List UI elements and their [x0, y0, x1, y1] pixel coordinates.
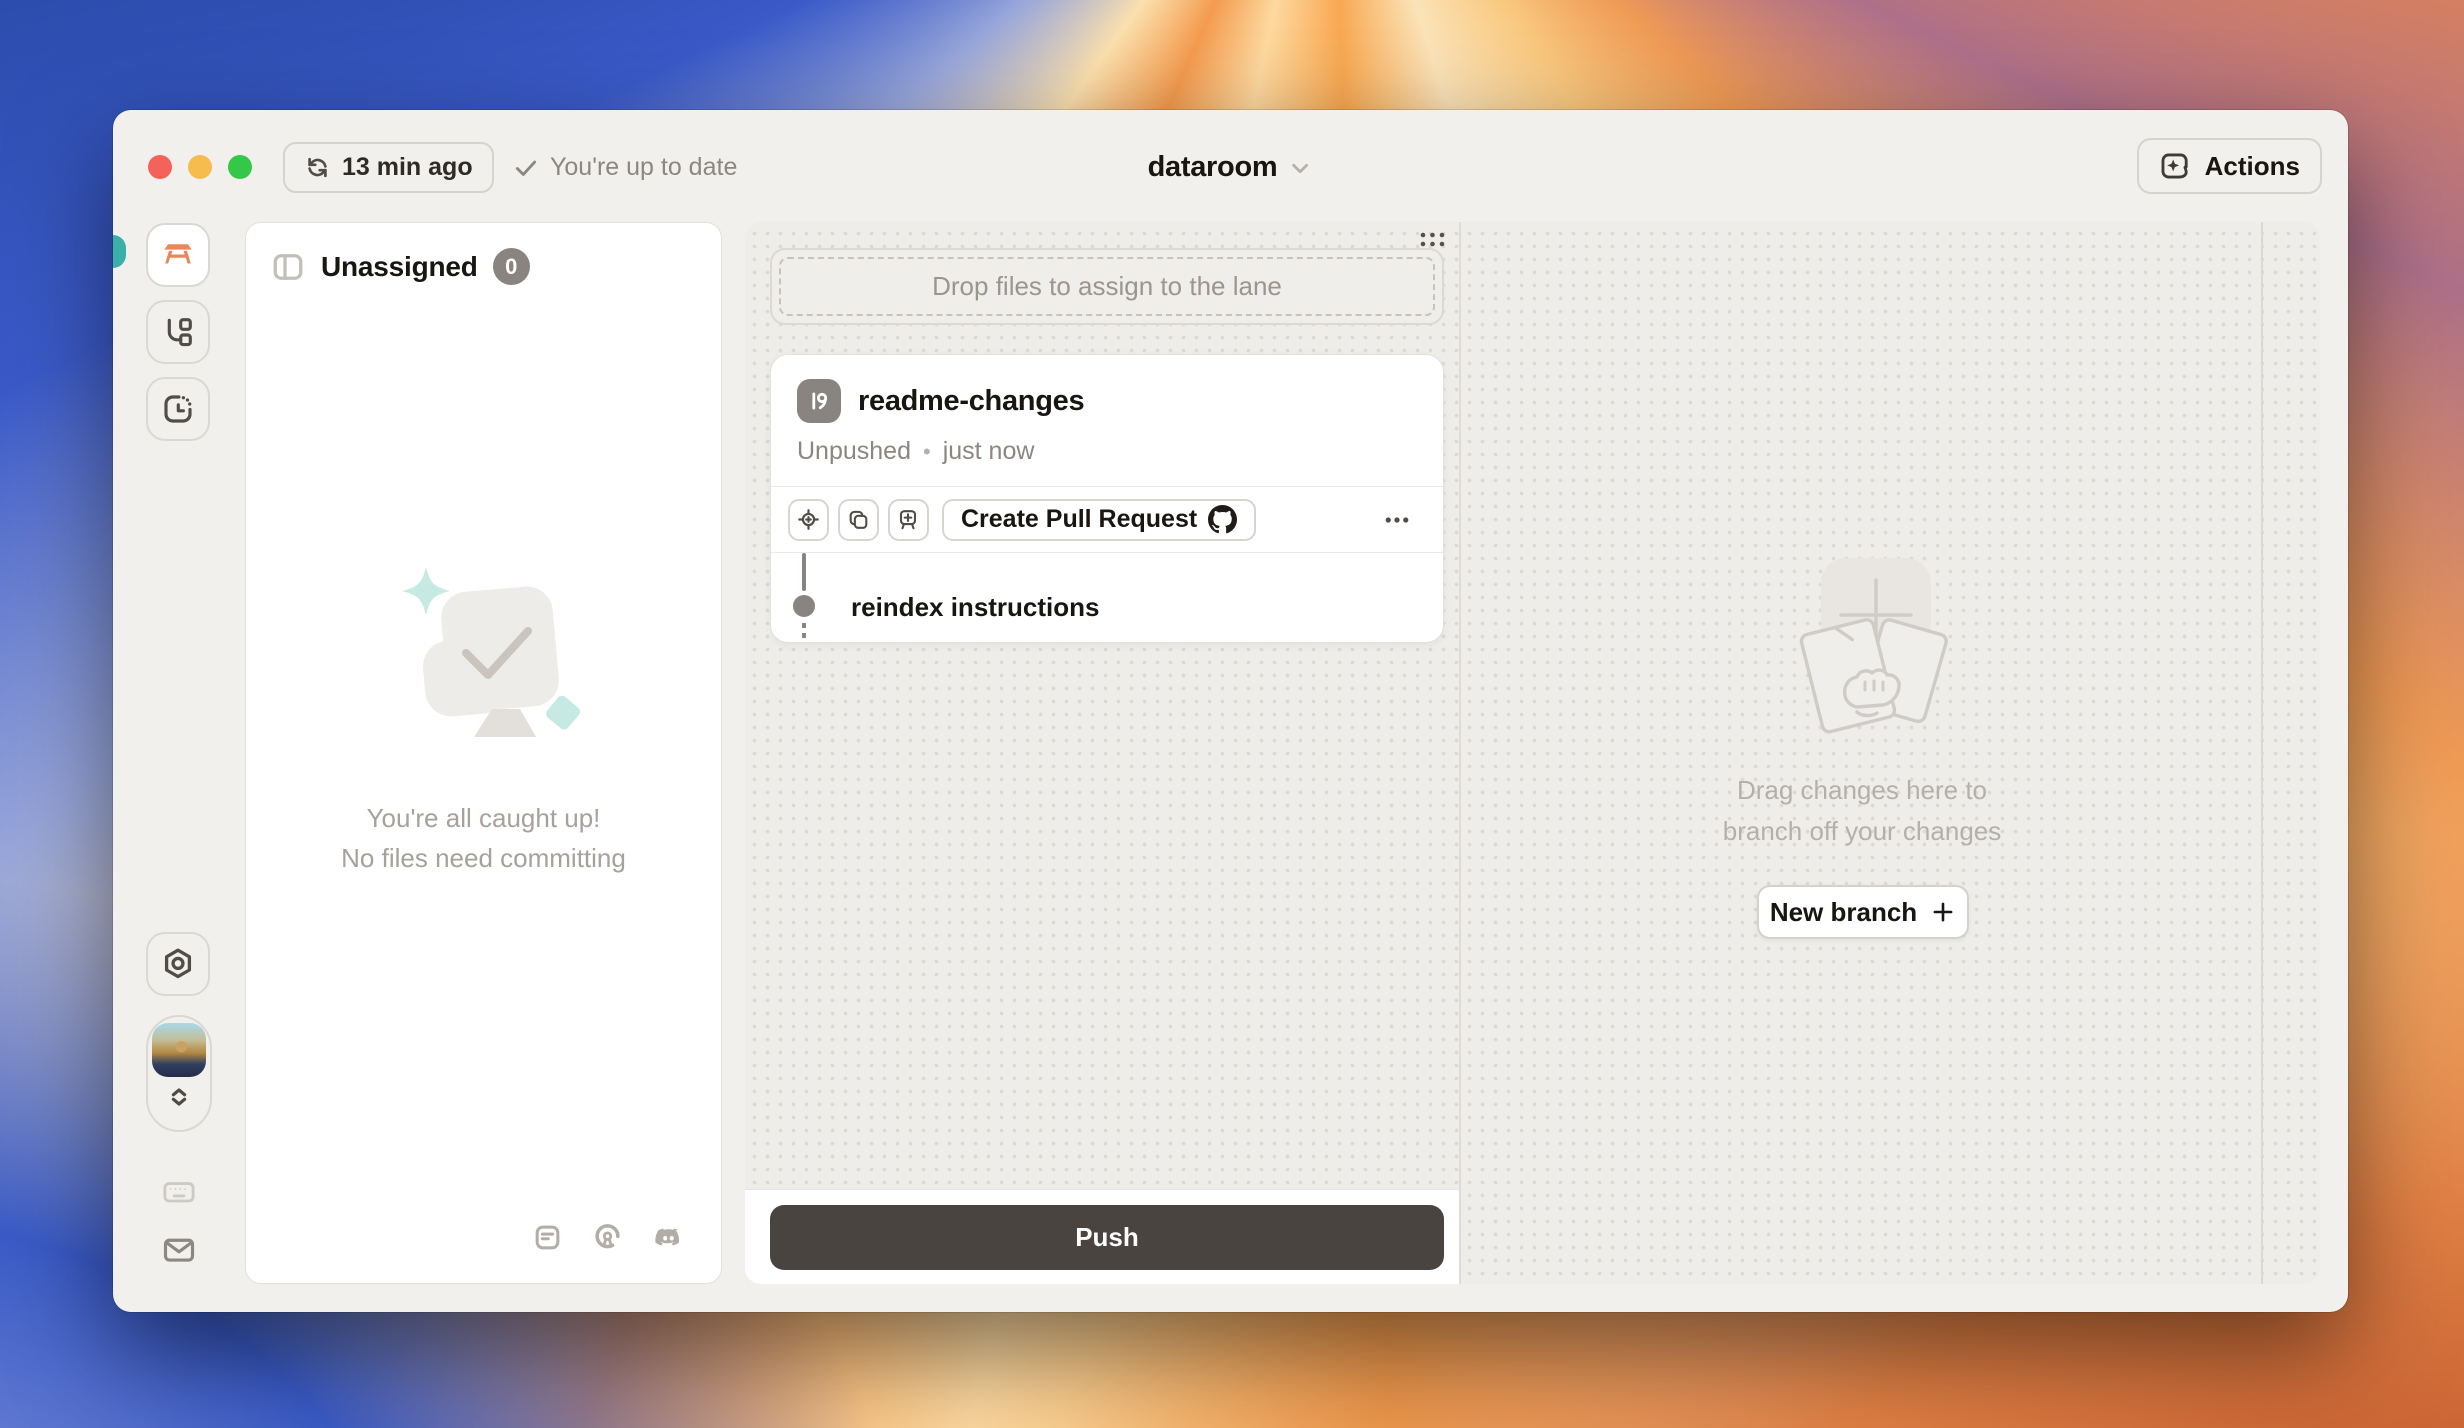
empty-state-line2: No files need committing — [246, 838, 721, 878]
caught-up-illustration — [374, 553, 594, 768]
unassigned-header: Unassigned 0 — [246, 223, 721, 310]
commit-list: reindex instructions — [771, 552, 1443, 642]
actions-sparkle-icon — [2159, 149, 2193, 183]
avatar[interactable] — [152, 1023, 206, 1077]
push-status: Unpushed — [797, 437, 911, 466]
discord-button[interactable] — [652, 1222, 685, 1255]
canvas-empty-line2: branch off your changes — [1612, 811, 2112, 852]
sync-button[interactable]: 13 min ago — [283, 142, 494, 193]
empty-state-line1: You're all caught up! — [246, 798, 721, 838]
copy-icon — [846, 507, 871, 532]
zoom-window-button[interactable] — [228, 155, 252, 179]
branch-card-header: readme-changes Unpushed • just now — [771, 355, 1443, 486]
dropzone-text: Drop files to assign to the lane — [932, 271, 1282, 302]
edge-pull-tab[interactable] — [113, 235, 126, 268]
sync-icon — [304, 154, 331, 181]
sidebar-item-history[interactable] — [146, 377, 210, 441]
sync-label: 13 min ago — [342, 153, 473, 182]
commit-graph-dotted-line — [802, 623, 806, 643]
branch-actions-row: Create Pull Request — [771, 486, 1443, 552]
meta-separator: • — [923, 439, 931, 465]
commit-target-button[interactable] — [788, 499, 829, 541]
empty-commit-icon — [896, 507, 921, 532]
branch-card: readme-changes Unpushed • just now — [770, 354, 1444, 643]
discord-icon — [652, 1222, 685, 1255]
mail-icon — [161, 1232, 197, 1268]
push-button[interactable]: Push — [770, 1205, 1444, 1270]
open-source-icon — [592, 1222, 623, 1253]
actions-button[interactable]: Actions — [2137, 138, 2322, 194]
canvas-empty-line1: Drag changes here to — [1612, 770, 2112, 811]
open-source-button[interactable] — [592, 1222, 623, 1255]
chevron-up-down-icon — [164, 1081, 194, 1113]
file-dropzone[interactable]: Drop files to assign to the lane — [770, 248, 1444, 325]
unassigned-count-badge: 0 — [493, 248, 530, 285]
branch-lane: Drop files to assign to the lane — [745, 222, 1461, 1284]
commit-time: just now — [943, 437, 1035, 466]
check-icon — [513, 155, 539, 181]
branch-meta: Unpushed • just now — [797, 437, 1417, 466]
sidebar-item-workspace[interactable] — [146, 223, 210, 287]
branch-name[interactable]: readme-changes — [858, 385, 1084, 418]
sidebar-item-branches[interactable] — [146, 300, 210, 364]
feedback-mail-button[interactable] — [146, 1232, 212, 1268]
chevron-down-icon — [1287, 155, 1313, 181]
project-selector[interactable]: dataroom — [1148, 142, 1314, 193]
target-icon — [796, 507, 821, 532]
sync-status-text: You're up to date — [550, 153, 737, 182]
ellipsis-icon — [1382, 505, 1412, 535]
canvas-divider — [2261, 222, 2263, 1284]
desktop-wallpaper: 13 min ago You're up to date dataroom Ac… — [0, 0, 2464, 1428]
close-window-button[interactable] — [148, 155, 172, 179]
history-icon — [160, 391, 196, 427]
new-branch-button[interactable]: New branch — [1757, 885, 1969, 939]
create-pr-label: Create Pull Request — [961, 505, 1197, 534]
minimize-window-button[interactable] — [188, 155, 212, 179]
commit-message[interactable]: reindex instructions — [851, 592, 1100, 623]
branch-badge — [797, 379, 841, 423]
changelog-button[interactable] — [532, 1222, 563, 1255]
branches-icon — [160, 314, 196, 350]
settings-button[interactable] — [146, 932, 210, 996]
panel-footer-links — [532, 1222, 685, 1255]
unassigned-empty-state: You're all caught up! No files need comm… — [246, 553, 721, 878]
github-icon — [1208, 505, 1237, 534]
drag-changes-illustration — [1785, 554, 1967, 750]
copy-branch-button[interactable] — [838, 499, 879, 541]
lane-footer: Push — [745, 1189, 1459, 1284]
lane-drag-handle[interactable] — [1419, 231, 1446, 248]
new-commit-button[interactable] — [888, 499, 929, 541]
traffic-lights — [148, 155, 252, 179]
commit-graph-line — [802, 553, 806, 591]
project-name: dataroom — [1148, 151, 1278, 184]
canvas-empty-text: Drag changes here to branch off your cha… — [1612, 770, 2112, 852]
gear-icon — [160, 946, 196, 982]
feedback-icon — [532, 1222, 563, 1253]
keyboard-icon — [161, 1174, 197, 1210]
user-menu[interactable] — [146, 1015, 212, 1132]
commit-dot — [793, 595, 815, 617]
workspace-canvas: Drop files to assign to the lane — [745, 222, 2320, 1284]
new-branch-label: New branch — [1770, 897, 1917, 928]
unassigned-title: Unassigned — [321, 251, 478, 283]
plus-icon — [1930, 899, 1956, 925]
keyboard-shortcuts-button[interactable] — [146, 1174, 212, 1210]
actions-label: Actions — [2205, 151, 2300, 182]
gitbutler-window: 13 min ago You're up to date dataroom Ac… — [113, 110, 2348, 1312]
sync-status: You're up to date — [513, 142, 737, 193]
create-pr-button[interactable]: Create Pull Request — [942, 499, 1256, 541]
branch-icon — [806, 388, 832, 414]
workspace-table-icon — [159, 236, 197, 274]
split-view-icon — [270, 249, 306, 285]
branch-menu-button[interactable] — [1382, 505, 1412, 535]
unassigned-panel: Unassigned 0 You're all caught up! No fi… — [245, 222, 722, 1284]
